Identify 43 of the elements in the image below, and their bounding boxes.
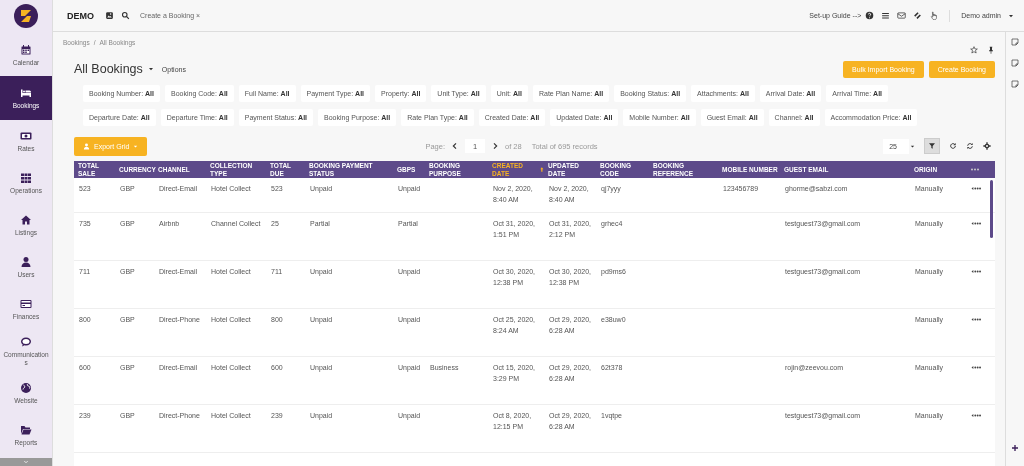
help-icon[interactable] (865, 11, 875, 20)
row-actions-icon[interactable] (971, 413, 981, 418)
logo-icon (14, 4, 38, 28)
refresh-icon[interactable] (949, 142, 957, 150)
image-icon[interactable] (105, 11, 114, 20)
home-icon (20, 213, 32, 226)
sync-icon[interactable] (966, 142, 974, 150)
chevron-left-icon[interactable] (451, 142, 459, 150)
hand-pointer-icon[interactable] (929, 11, 939, 20)
user-icon (20, 255, 32, 268)
card-icon (20, 297, 32, 310)
row-actions-icon[interactable] (971, 186, 981, 191)
user-icon (83, 142, 90, 150)
page-title: All Bookings (74, 62, 143, 76)
grid-icon (20, 171, 32, 184)
pin-icon[interactable] (987, 46, 995, 54)
globe-icon (20, 381, 32, 394)
note-icon[interactable] (1011, 38, 1019, 46)
chevron-right-icon[interactable] (491, 142, 499, 150)
funnel-icon (928, 142, 936, 150)
list-icon[interactable] (881, 11, 891, 20)
chat-icon (20, 335, 32, 348)
row-actions-icon[interactable] (971, 317, 981, 322)
note-icon[interactable] (1011, 80, 1019, 88)
search-icon[interactable] (121, 11, 130, 20)
filter-button[interactable] (924, 138, 940, 154)
sort-arrow-icon (540, 166, 544, 173)
mail-icon[interactable] (897, 11, 907, 20)
folder-icon (20, 423, 32, 436)
more-icon (970, 167, 980, 172)
chevron-down-icon (23, 459, 29, 465)
caret-down-icon (1008, 12, 1014, 19)
row-actions-icon[interactable] (971, 365, 981, 370)
plus-icon[interactable] (1011, 444, 1019, 452)
calendar-icon (20, 43, 32, 56)
star-icon[interactable] (970, 46, 978, 54)
caret-down-icon (133, 143, 139, 149)
row-actions-icon[interactable] (971, 269, 981, 274)
scrollbar[interactable] (990, 180, 993, 238)
note-icon[interactable] (1011, 59, 1019, 67)
row-actions-icon[interactable] (971, 221, 981, 226)
brand-name: DEMO (67, 10, 94, 21)
caret-down-icon[interactable] (147, 66, 154, 72)
